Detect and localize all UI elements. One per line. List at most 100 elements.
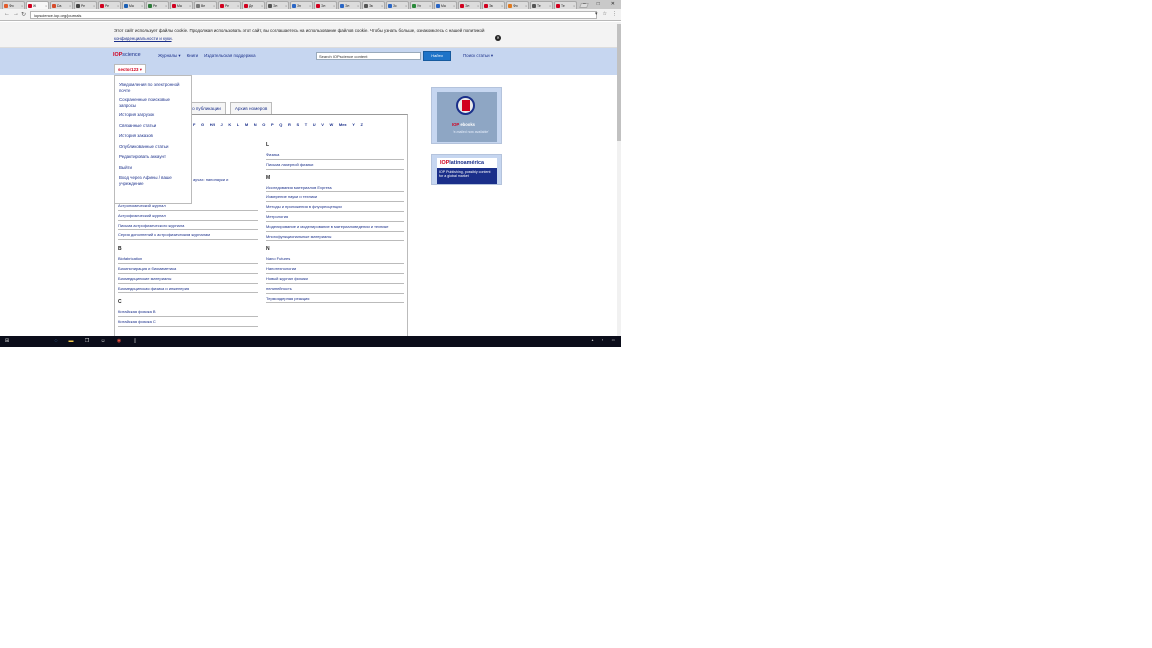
alphabet-letter-link[interactable]: T — [305, 122, 307, 127]
page-scrollbar[interactable] — [617, 22, 621, 336]
tab-close-icon[interactable]: × — [285, 4, 287, 8]
translate-icon[interactable]: ▾ — [595, 11, 598, 17]
alphabet-letter-link[interactable]: L — [237, 122, 239, 127]
alphabet-letter-link[interactable]: Z — [360, 122, 362, 127]
journal-link[interactable]: Нанотехнологии — [266, 264, 404, 274]
menu-item-order-history[interactable]: История заказов — [119, 133, 187, 139]
alphabet-letter-link[interactable]: Y — [352, 122, 355, 127]
browser-tab[interactable]: Ма × — [434, 1, 457, 9]
alphabet-letter-link[interactable]: K — [228, 122, 231, 127]
browser-tab[interactable]: Ма × — [170, 1, 193, 9]
browser-tab[interactable]: Зс × — [386, 1, 409, 9]
journal-link[interactable]: Термоядерная реакция — [266, 294, 404, 304]
tab-issue-archive[interactable]: Архив номеров — [229, 102, 273, 114]
tab-close-icon[interactable]: × — [453, 4, 455, 8]
browser-tab[interactable]: Эк × — [482, 1, 505, 9]
alphabet-letter-link[interactable]: R — [288, 122, 291, 127]
alphabet-letter-link[interactable]: M — [245, 122, 248, 127]
browser-tab[interactable]: Ул × — [410, 1, 433, 9]
alphabet-letter-link[interactable]: P — [271, 122, 274, 127]
browser-tab[interactable]: Фи × — [2, 1, 25, 9]
tab-close-icon[interactable]: × — [405, 4, 407, 8]
tab-close-icon[interactable]: × — [549, 4, 551, 8]
browser-tab[interactable]: Da × — [50, 1, 73, 9]
browser-tab[interactable]: Ре × — [146, 1, 169, 9]
maximize-button[interactable]: □ — [597, 1, 600, 7]
browser-tab[interactable]: Зн × — [290, 1, 313, 9]
journal-link[interactable]: Биоинспирация и биомиметика — [118, 264, 258, 274]
notifications-icon[interactable]: ▭ — [612, 338, 615, 342]
nav-publishing-support[interactable]: Издательская поддержка — [204, 53, 255, 59]
journal-link[interactable]: Письма лазерной физики — [266, 160, 404, 170]
journal-link[interactable]: Новый журнал физики — [266, 274, 404, 284]
alphabet-letter-link[interactable]: S — [296, 122, 299, 127]
privacy-link[interactable]: конфиденциальности и куки — [114, 36, 172, 41]
browser-tab[interactable]: Эк × — [362, 1, 385, 9]
browser-tab[interactable]: Фи × — [506, 1, 529, 9]
menu-item-published-articles[interactable]: Опубликованные статьи — [119, 144, 187, 150]
journal-link[interactable]: Физика — [266, 150, 404, 160]
journal-link[interactable]: Китайская физика C — [118, 317, 258, 327]
browser-tab[interactable]: Ре × — [218, 1, 241, 9]
menu-item-saved-searches[interactable]: Сохраненные поисковые запросы — [119, 97, 187, 108]
tab-close-icon[interactable]: × — [237, 4, 239, 8]
browser-tab[interactable]: Те × — [554, 1, 577, 9]
minimize-button[interactable]: – — [583, 1, 586, 7]
tab-close-icon[interactable]: × — [429, 4, 431, 8]
journal-link[interactable]: Многофункциональные материалы — [266, 232, 404, 242]
journal-link[interactable]: Биомедицинские материалы — [118, 274, 258, 284]
cookie-close-icon[interactable]: ✕ — [495, 35, 501, 41]
tab-close-icon[interactable]: × — [357, 4, 359, 8]
file-explorer-icon[interactable]: ▬ — [68, 338, 74, 345]
tab-close-icon[interactable]: × — [189, 4, 191, 8]
close-window-button[interactable]: ✕ — [611, 1, 615, 7]
menu-item-email-alerts[interactable]: Уведомления по электронной почте — [119, 82, 187, 93]
menu-dots-icon[interactable]: ⋮ — [612, 11, 617, 17]
alphabet-letter-link[interactable]: N — [254, 122, 257, 127]
menu-item-edit-account[interactable]: Редактировать аккаунт — [119, 154, 187, 160]
tab-close-icon[interactable]: × — [333, 4, 335, 8]
browser-tab[interactable]: Дн × — [242, 1, 265, 9]
tab-close-icon[interactable]: × — [309, 4, 311, 8]
iopscience-logo[interactable]: IOPscience — [113, 52, 141, 58]
browser-tab[interactable]: Эл × — [458, 1, 481, 9]
browser-tab[interactable]: Ж × — [26, 1, 49, 9]
cortana-icon[interactable]: ◌ — [53, 338, 59, 345]
tab-close-icon[interactable]: × — [525, 4, 527, 8]
tab-close-icon[interactable]: × — [21, 4, 23, 8]
journal-link[interactable]: Biofabrication — [118, 254, 258, 264]
search-button[interactable]: Найти — [423, 51, 451, 61]
journal-title-fragment[interactable]: аучах: нанонауки и — [193, 177, 228, 182]
alphabet-letter-link[interactable]: V — [321, 122, 324, 127]
journal-link[interactable]: Письма астрофизического журнала — [118, 221, 258, 231]
latinoamerica-ad[interactable]: IOPlatinoamérica IOP Publishing, possibl… — [431, 154, 502, 185]
journal-link[interactable]: Астрофизический журнал — [118, 211, 258, 221]
journal-link[interactable]: Измерение науки и техники — [266, 192, 404, 203]
journal-link[interactable]: Исследования материалов Express — [266, 183, 404, 193]
people-icon[interactable]: ☺ — [100, 338, 106, 345]
journal-link[interactable]: Китайская физика B — [118, 307, 258, 318]
network-icon[interactable]: ▴ — [592, 338, 594, 342]
address-bar[interactable]: iopscience.iop.org/journals — [30, 11, 597, 19]
journal-link[interactable]: Nano Futures — [266, 254, 404, 265]
journal-link[interactable]: Серия дополнений к астрофизическим журна… — [118, 230, 258, 241]
alphabet-letter-link[interactable]: G — [201, 122, 204, 127]
menu-item-athens-login[interactable]: Вход через Афины / ваше учреждение — [119, 175, 187, 186]
alphabet-letter-link[interactable]: U — [313, 122, 316, 127]
tab-close-icon[interactable]: × — [213, 4, 215, 8]
ebooks-ad[interactable]: IOP ebooks 'e-mailed now available' — [431, 87, 502, 144]
journal-link[interactable]: Метрология — [266, 212, 404, 222]
back-icon[interactable]: ← — [4, 11, 10, 17]
tab-close-icon[interactable]: × — [165, 4, 167, 8]
user-menu-trigger[interactable]: sector123 ▾ — [114, 64, 146, 73]
journal-link[interactable]: Биомедицинская физика и инженерия — [118, 284, 258, 294]
journal-link[interactable]: Методы и приложения в флуоресценции — [266, 202, 404, 212]
tab-close-icon[interactable]: × — [93, 4, 95, 8]
notepad-icon[interactable]: ▯ — [132, 338, 138, 345]
tab-close-icon[interactable]: × — [141, 4, 143, 8]
browser-tab[interactable]: Ма × — [122, 1, 145, 9]
tab-close-icon[interactable]: × — [381, 4, 383, 8]
alphabet-letter-link[interactable]: W — [330, 122, 334, 127]
chrome-icon[interactable]: ◉ — [116, 338, 122, 345]
browser-tab[interactable]: Эл × — [266, 1, 289, 9]
